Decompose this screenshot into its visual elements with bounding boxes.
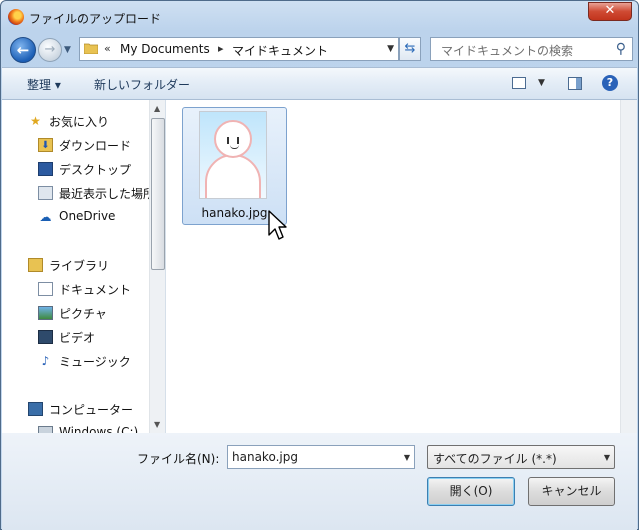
chevron-down-icon[interactable]: ▼ <box>404 453 410 462</box>
cloud-icon: ☁ <box>39 210 52 224</box>
library-icon <box>28 258 43 272</box>
person-head-shape <box>214 120 252 158</box>
organize-button[interactable]: 整理 ▾ <box>27 76 61 93</box>
music-note-icon: ♪ <box>41 354 50 368</box>
address-dropdown-icon[interactable]: ▼ <box>387 44 394 54</box>
document-icon <box>38 282 53 296</box>
filetype-select[interactable]: すべてのファイル (*.*) ▼ <box>427 445 615 469</box>
download-folder-icon: ⬇ <box>38 138 53 152</box>
refresh-button[interactable]: ⇆ <box>399 37 421 61</box>
breadcrumb-separator[interactable]: ▸ <box>218 42 224 55</box>
filetype-value: すべてのファイル (*.*) <box>433 452 557 466</box>
dialog-window: ファイルのアップロード ✕ ← → ▼ « My Documents ▸ マイド… <box>0 0 639 530</box>
view-options-dropdown[interactable]: ▼ <box>538 78 545 88</box>
command-bar: 整理 ▾ 新しいフォルダー ▼ ? <box>2 67 637 100</box>
preview-pane-icon[interactable] <box>568 77 582 90</box>
change-view-icon[interactable] <box>512 77 526 89</box>
drive-icon <box>38 426 53 433</box>
mouse-cursor-icon <box>268 210 287 240</box>
open-button[interactable]: 開く(O) <box>427 477 515 506</box>
back-button[interactable]: ← <box>10 37 36 63</box>
navigation-pane: ★ お気に入り ⬇ ダウンロード デスクトップ 最近表示した場所 ☁ OneDr… <box>2 100 166 433</box>
address-bar[interactable]: « My Documents ▸ マイドキュメント ▼ <box>79 37 399 61</box>
file-list-scrollbar[interactable] <box>620 100 637 433</box>
search-input[interactable]: マイドキュメントの検索 ⚲ <box>430 37 633 61</box>
help-icon[interactable]: ? <box>602 75 618 91</box>
computer-icon <box>28 402 43 416</box>
forward-button[interactable]: → <box>38 38 62 62</box>
filename-value[interactable]: hanako.jpg <box>232 450 298 464</box>
person-body-shape <box>205 154 261 198</box>
image-thumbnail[interactable] <box>199 111 267 199</box>
film-icon <box>38 330 53 344</box>
eye-right <box>237 137 239 144</box>
star-icon: ★ <box>30 114 41 128</box>
desktop-icon <box>38 162 53 176</box>
search-placeholder: マイドキュメントの検索 <box>441 44 574 58</box>
recent-pages-dropdown[interactable]: ▼ <box>64 45 71 55</box>
recent-places-icon <box>38 186 53 200</box>
scroll-up-icon[interactable]: ▲ <box>154 104 160 113</box>
mouth <box>230 145 239 149</box>
breadcrumb-mydocs-jp[interactable]: マイドキュメント <box>232 42 328 59</box>
eye-left <box>227 137 229 144</box>
search-icon: ⚲ <box>615 41 626 57</box>
breadcrumb-overflow[interactable]: « <box>104 42 111 55</box>
title-bar: ファイルのアップロード ✕ <box>1 1 638 33</box>
firefox-icon <box>8 9 24 25</box>
scroll-thumb[interactable] <box>151 118 165 270</box>
nav-scrollbar[interactable]: ▲ ▼ <box>149 100 165 433</box>
new-folder-button[interactable]: 新しいフォルダー <box>94 76 190 93</box>
window-title: ファイルのアップロード <box>29 12 162 26</box>
cancel-button[interactable]: キャンセル <box>528 477 615 506</box>
breadcrumb-my-documents[interactable]: My Documents <box>120 42 210 56</box>
folder-icon <box>84 43 98 54</box>
filename-label: ファイル名(N): <box>137 452 220 466</box>
scroll-down-icon[interactable]: ▼ <box>154 420 160 429</box>
filename-input[interactable]: hanako.jpg ▼ <box>227 445 415 469</box>
close-button[interactable]: ✕ <box>588 2 632 21</box>
pictures-icon <box>38 306 53 320</box>
chevron-down-icon[interactable]: ▼ <box>604 453 610 462</box>
